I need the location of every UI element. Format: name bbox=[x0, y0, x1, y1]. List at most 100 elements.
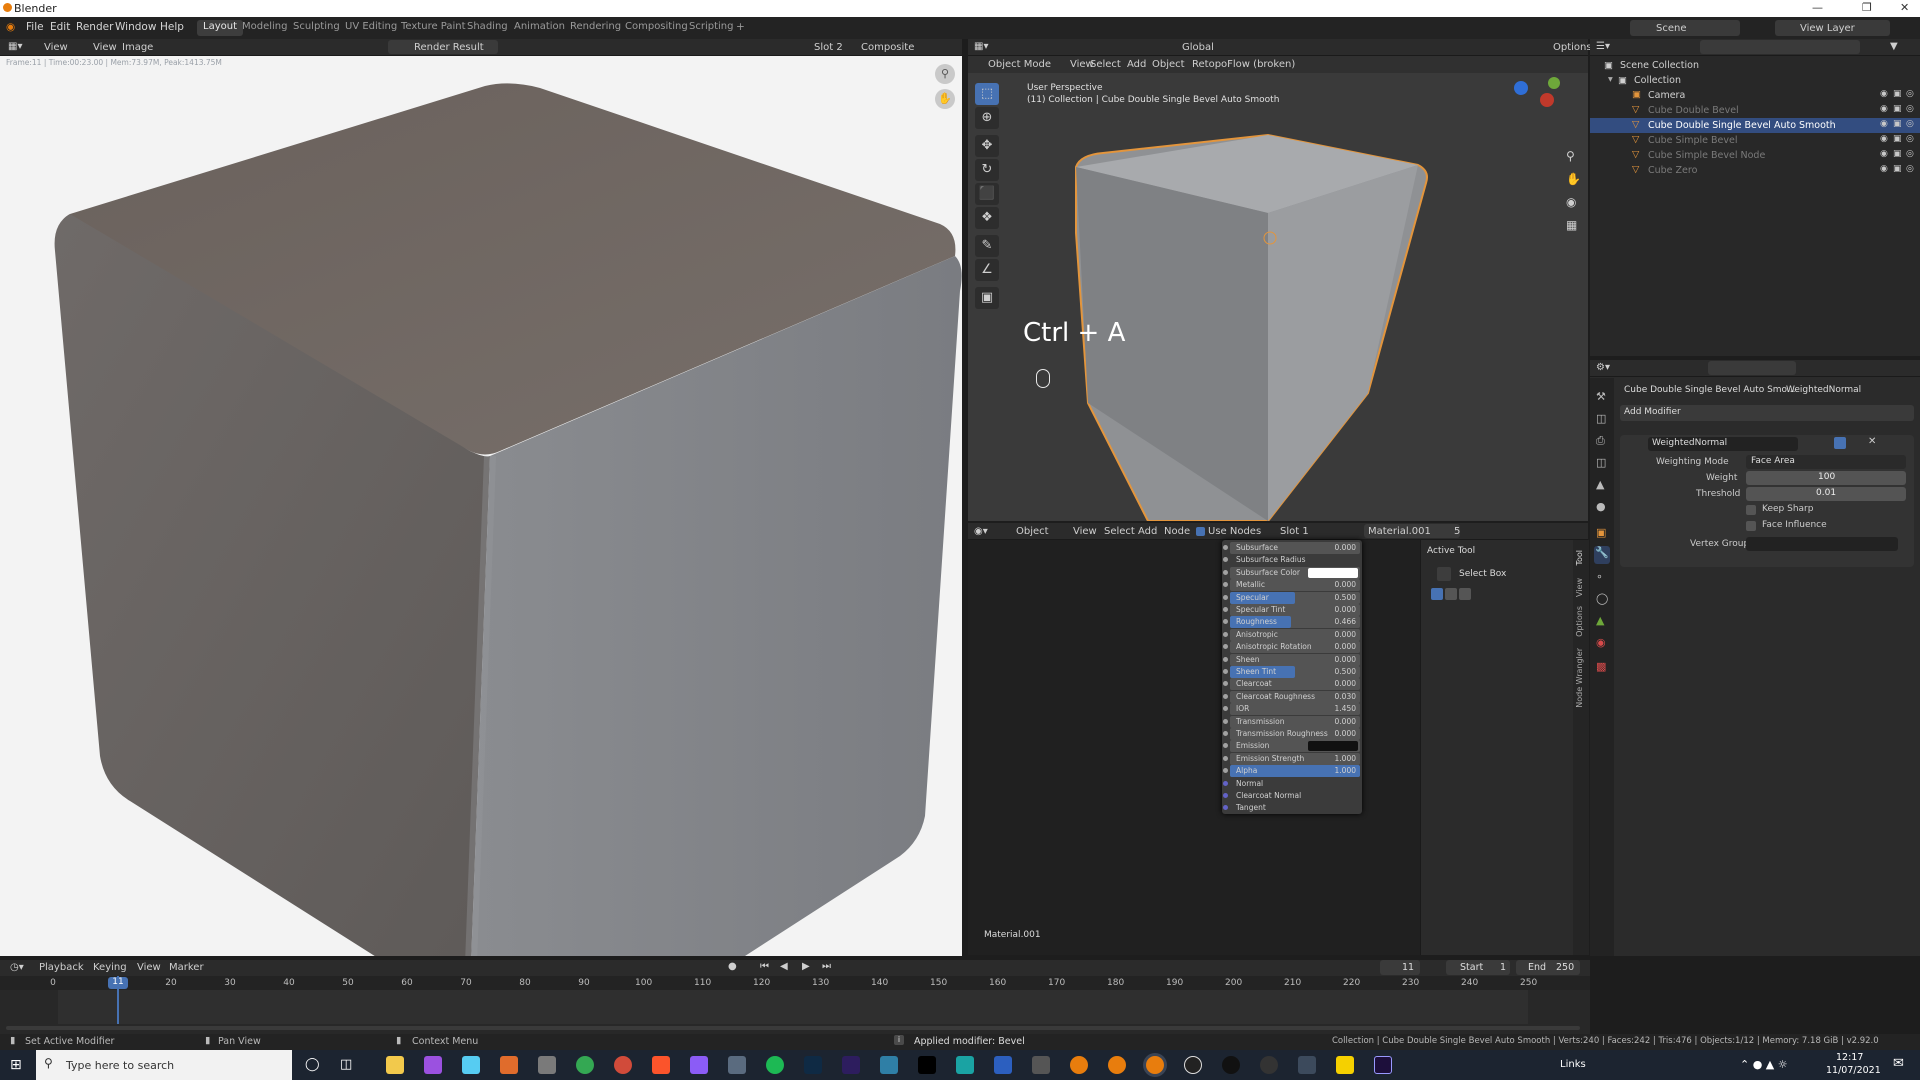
color-swatch[interactable] bbox=[1308, 741, 1358, 752]
data-tab-icon[interactable]: ▲ bbox=[1596, 614, 1604, 627]
workspace-tab-uv-editing[interactable]: UV Editing bbox=[339, 20, 403, 36]
end-frame-field[interactable]: End 250 bbox=[1516, 960, 1580, 975]
workspace-tab-sculpting[interactable]: Sculpting bbox=[287, 20, 346, 36]
socket-icon[interactable] bbox=[1223, 780, 1228, 786]
properties-editor-type-icon[interactable]: ⚙▾ bbox=[1596, 362, 1610, 373]
material-slot[interactable]: Slot 1 bbox=[1280, 526, 1309, 537]
outliner-item[interactable]: ▽ Cube Double Bevel ◉ ▣ ◎ bbox=[1590, 103, 1920, 118]
record-icon[interactable]: ● bbox=[728, 961, 737, 972]
app-icon-5[interactable] bbox=[690, 1056, 708, 1074]
viewport-toggle-icon[interactable]: ▣ bbox=[1893, 164, 1902, 174]
outliner-item[interactable]: ▣ Camera ◉ ▣ ◎ bbox=[1590, 88, 1920, 103]
app-icon-10[interactable] bbox=[994, 1056, 1012, 1074]
bsdf-input-row[interactable]: Emission bbox=[1222, 740, 1360, 753]
bsdf-input-row[interactable]: Clearcoat Normal bbox=[1222, 790, 1360, 802]
shader-type-selector[interactable]: Object bbox=[1016, 526, 1049, 537]
app-icon-9[interactable] bbox=[956, 1056, 974, 1074]
blender-taskbar-icon-active[interactable] bbox=[1146, 1056, 1164, 1074]
bsdf-input-row[interactable]: IOR 1.450 bbox=[1222, 703, 1360, 716]
annotate-tool-icon[interactable]: ✎ bbox=[975, 235, 999, 257]
app-icon-3[interactable] bbox=[538, 1056, 556, 1074]
sidebar-tab-tool[interactable]: Tool bbox=[1575, 550, 1584, 566]
editor-type-icon[interactable]: ▦▾ bbox=[8, 41, 22, 52]
delete-modifier-icon[interactable]: ✕ bbox=[1868, 436, 1876, 447]
menu-window[interactable]: Window bbox=[115, 21, 156, 33]
timeline[interactable]: ◷▾ Playback Keying View Marker ● ⏮ ◀ ▶ ⏭… bbox=[0, 960, 1590, 1040]
socket-icon[interactable] bbox=[1223, 755, 1228, 761]
viewport-toggle-icon[interactable]: ▣ bbox=[1893, 119, 1902, 129]
bsdf-input-row[interactable]: Clearcoat 0.000 bbox=[1222, 678, 1360, 691]
calculator-icon[interactable] bbox=[462, 1056, 480, 1074]
socket-icon[interactable] bbox=[1223, 805, 1228, 811]
navigation-gizmo-z-icon[interactable] bbox=[1514, 81, 1528, 95]
cortana-icon[interactable]: ◯ bbox=[305, 1057, 320, 1072]
socket-icon[interactable] bbox=[1223, 631, 1228, 637]
render-toggle-icon[interactable]: ◎ bbox=[1906, 119, 1914, 129]
weighting-mode-dropdown[interactable]: Face Area bbox=[1746, 455, 1906, 469]
properties-search-input[interactable] bbox=[1708, 361, 1796, 375]
timeline-keying-menu[interactable]: Keying bbox=[93, 962, 127, 973]
workspace-tab-shading[interactable]: Shading bbox=[461, 20, 514, 36]
render-pass[interactable]: Composite bbox=[861, 42, 914, 53]
blender-menu-icon[interactable]: ◉ bbox=[6, 21, 15, 33]
image-view-menu[interactable]: View bbox=[44, 42, 68, 53]
bsdf-input-row[interactable]: Transmission Roughness 0.000 bbox=[1222, 728, 1360, 740]
workspace-tab-rendering[interactable]: Rendering bbox=[564, 20, 627, 36]
bsdf-input-row[interactable]: Tangent bbox=[1222, 802, 1360, 814]
keep-sharp-checkbox[interactable] bbox=[1746, 505, 1756, 515]
render-toggle-icon[interactable]: ◎ bbox=[1906, 149, 1914, 159]
socket-icon[interactable] bbox=[1223, 569, 1228, 575]
viewport-toggle-icon[interactable]: ▣ bbox=[1893, 134, 1902, 144]
file-explorer-icon[interactable] bbox=[386, 1056, 404, 1074]
scene-tab-icon[interactable]: ▲ bbox=[1596, 478, 1604, 491]
texture-tab-icon[interactable]: ▩ bbox=[1596, 660, 1606, 673]
zoom-icon[interactable]: ⚲ bbox=[935, 64, 955, 84]
socket-icon[interactable] bbox=[1223, 644, 1228, 650]
app-icon-15[interactable] bbox=[1298, 1056, 1316, 1074]
transform-orientation[interactable]: Global bbox=[1182, 42, 1214, 53]
render-slot[interactable]: Slot 2 bbox=[814, 42, 843, 53]
bsdf-input-row[interactable]: Emission Strength 1.000 bbox=[1222, 752, 1360, 765]
socket-icon[interactable] bbox=[1223, 706, 1228, 712]
3d-viewport[interactable]: User Perspective (11) Collection | Cube … bbox=[968, 73, 1588, 521]
viewport-toggle-icon[interactable]: ▣ bbox=[1893, 89, 1902, 99]
face-influence-checkbox[interactable] bbox=[1746, 521, 1756, 531]
media-encoder-icon[interactable] bbox=[842, 1056, 860, 1074]
particles-tab-icon[interactable]: ∘ bbox=[1596, 570, 1603, 583]
socket-icon[interactable] bbox=[1223, 731, 1228, 736]
render-toggle-icon[interactable]: ◎ bbox=[1906, 104, 1914, 114]
eye-icon[interactable]: ◉ bbox=[1880, 104, 1888, 114]
socket-icon[interactable] bbox=[1223, 793, 1228, 798]
add-workspace-icon[interactable]: + bbox=[736, 21, 745, 33]
socket-icon[interactable] bbox=[1223, 656, 1228, 662]
timeline-view-menu[interactable]: View bbox=[137, 962, 161, 973]
world-tab-icon[interactable]: ● bbox=[1596, 500, 1606, 513]
show-render-toggle-icon[interactable] bbox=[1834, 437, 1846, 449]
bsdf-input-row[interactable]: Clearcoat Roughness 0.030 bbox=[1222, 690, 1360, 703]
photoshop-icon[interactable] bbox=[804, 1056, 822, 1074]
add-cube-tool-icon[interactable]: ▣ bbox=[975, 287, 999, 309]
select-box-tool-icon[interactable]: ⬚ bbox=[975, 83, 999, 105]
bsdf-input-row[interactable]: Metallic 0.000 bbox=[1222, 579, 1360, 592]
viewport-menu-object[interactable]: Object bbox=[1152, 59, 1185, 70]
timeline-editor-type-icon[interactable]: ◷▾ bbox=[10, 962, 24, 973]
eye-icon[interactable]: ◉ bbox=[1880, 89, 1888, 99]
color-swatch[interactable] bbox=[1308, 567, 1358, 578]
app-icon-8[interactable] bbox=[918, 1056, 936, 1074]
active-tool-header[interactable]: Active Tool bbox=[1427, 546, 1475, 556]
bsdf-input-row[interactable]: Subsurface Color bbox=[1222, 566, 1360, 579]
render-result-viewport[interactable]: Frame:11 | Time:00:23.00 | Mem:73.97M, P… bbox=[0, 56, 962, 956]
physics-tab-icon[interactable]: ◯ bbox=[1596, 592, 1608, 605]
measure-tool-icon[interactable]: ∠ bbox=[975, 259, 999, 281]
eye-icon[interactable]: ◉ bbox=[1880, 164, 1888, 174]
camera-view-icon[interactable]: ◉ bbox=[1566, 195, 1576, 209]
socket-icon[interactable] bbox=[1223, 693, 1228, 699]
bsdf-input-row[interactable]: Roughness 0.466 bbox=[1222, 616, 1360, 629]
editor-type-3d-icon[interactable]: ▦▾ bbox=[974, 41, 988, 52]
viewport-pan-icon[interactable]: ✋ bbox=[1566, 172, 1581, 186]
app-icon-6[interactable] bbox=[728, 1056, 746, 1074]
workspace-tab-modeling[interactable]: Modeling bbox=[236, 20, 294, 36]
view-layer-tab-icon[interactable]: ◫ bbox=[1596, 456, 1606, 469]
collapse-arrow-icon[interactable]: ▾ bbox=[1608, 74, 1613, 85]
weight-slider[interactable]: 100 bbox=[1746, 471, 1906, 485]
